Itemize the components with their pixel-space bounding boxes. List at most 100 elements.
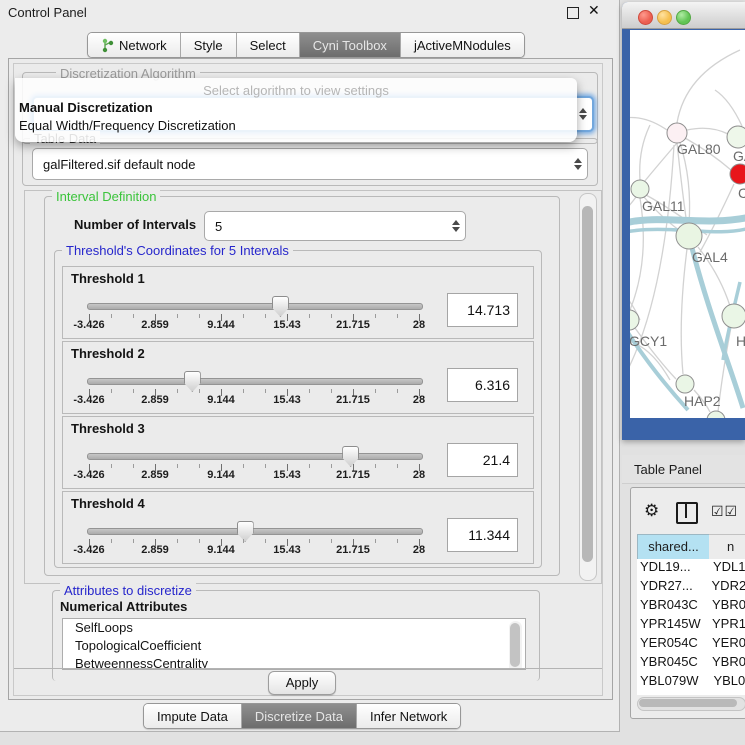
network-edge[interactable] — [677, 50, 740, 123]
slider-track[interactable] — [87, 528, 423, 535]
cell-name[interactable]: YPR1 — [709, 616, 745, 635]
slider-tick — [397, 464, 398, 468]
table-hscrollbar[interactable] — [637, 697, 745, 711]
cell-shared-name[interactable]: YER054C — [637, 635, 709, 654]
threshold-value-field[interactable]: 6.316 — [447, 368, 518, 402]
algorithm-option-equal-width[interactable]: Equal Width/Frequency Discretization — [19, 118, 569, 133]
zoom-traffic-light[interactable] — [676, 10, 691, 25]
tab-cyni-toolbox[interactable]: Cyni Toolbox — [300, 33, 401, 57]
select-columns-icons[interactable]: ☑☑ — [711, 503, 738, 520]
settings-scrollbar[interactable] — [579, 193, 597, 581]
network-window-titlebar[interactable] — [622, 2, 745, 29]
table-row[interactable]: YBR043CYBR0 — [637, 597, 745, 616]
scrollbar-thumb[interactable] — [639, 699, 737, 707]
table-row[interactable]: YPR145WYPR1 — [637, 616, 745, 635]
slider-tick-label: -3.426 — [59, 394, 119, 406]
mode-tabbar: Impute Data Discretize Data Infer Networ… — [143, 703, 461, 729]
algorithm-option-manual[interactable]: Manual Discretization — [19, 100, 569, 115]
table-row[interactable]: YDL19...YDL1 — [637, 559, 745, 578]
slider-handle[interactable] — [342, 446, 359, 467]
attribute-list-item[interactable]: SelfLoops — [63, 619, 525, 637]
slider-tick — [133, 314, 134, 318]
table-row[interactable]: YBR045CYBR0 — [637, 654, 745, 673]
tab-jactivemnodules[interactable]: jActiveMNodules — [401, 33, 524, 57]
network-node-gal11[interactable] — [631, 180, 649, 198]
network-node-ga[interactable] — [727, 126, 745, 148]
network-node-label: HAP2 — [684, 393, 721, 409]
network-node-hap2[interactable] — [676, 375, 694, 393]
scrollbar-thumb[interactable] — [510, 623, 520, 667]
cell-name[interactable]: YDR2 — [709, 578, 745, 597]
network-edge[interactable] — [630, 198, 643, 310]
slider-tick — [111, 464, 112, 468]
threshold-value-field[interactable]: 11.344 — [447, 518, 518, 552]
close-icon[interactable]: ✕ — [588, 2, 600, 19]
network-canvas[interactable]: GAL80GACGAL11GAL4GCY1HHAP2 — [630, 30, 745, 418]
slider-tick — [309, 539, 310, 543]
close-traffic-light[interactable] — [638, 10, 653, 25]
tab-network[interactable]: Network — [88, 33, 181, 57]
cell-shared-name[interactable]: YPR145W — [637, 616, 709, 635]
network-node-gal80[interactable] — [667, 123, 687, 143]
slider-tick — [133, 389, 134, 393]
slider-track[interactable] — [87, 453, 423, 460]
table-rows[interactable]: YDL19...YDL1YDR27...YDR2YBR043CYBR0YPR14… — [637, 559, 745, 695]
tab-impute-data[interactable]: Impute Data — [144, 704, 242, 728]
cell-name[interactable]: YER0 — [709, 635, 745, 654]
cell-name[interactable]: YDL1 — [710, 559, 745, 578]
column-header-shared-name[interactable]: shared... — [637, 534, 710, 560]
table-row[interactable]: YLR345WYLR3 — [637, 692, 745, 695]
table-data-combobox[interactable]: galFiltered.sif default node — [32, 148, 588, 180]
number-of-intervals-combobox[interactable]: 5 — [204, 211, 466, 241]
network-node-c[interactable] — [730, 164, 745, 184]
slider-track[interactable] — [87, 378, 423, 385]
column-layout-icon[interactable] — [676, 502, 698, 524]
slider-tick-label: -3.426 — [59, 319, 119, 331]
apply-button[interactable]: Apply — [268, 671, 336, 695]
threshold-value-field[interactable]: 14.713 — [447, 293, 518, 327]
table-row[interactable]: YER054CYER0 — [637, 635, 745, 654]
cell-shared-name[interactable]: YDR27... — [637, 578, 709, 597]
cell-name[interactable]: YBL0 — [710, 673, 745, 692]
tab-style[interactable]: Style — [181, 33, 237, 57]
table-row[interactable]: YBL079WYBL0 — [637, 673, 745, 692]
tab-select[interactable]: Select — [237, 33, 300, 57]
cell-shared-name[interactable]: YBR043C — [637, 597, 709, 616]
table-row[interactable]: YDR27...YDR2 — [637, 578, 745, 597]
network-edge[interactable] — [640, 125, 650, 180]
network-edge[interactable] — [681, 249, 687, 374]
slider-tick — [397, 314, 398, 318]
scrollbar-thumb[interactable] — [582, 206, 593, 562]
network-edge[interactable] — [715, 90, 742, 126]
column-header-name[interactable]: n — [709, 534, 745, 560]
list-scrollbar[interactable] — [509, 621, 522, 670]
cell-name[interactable]: YBR0 — [709, 654, 745, 673]
slider-handle[interactable] — [237, 521, 254, 542]
numerical-attributes-list[interactable]: SelfLoopsTopologicalCoefficientBetweenne… — [62, 618, 526, 670]
tab-infer-network[interactable]: Infer Network — [357, 704, 460, 728]
network-edge[interactable] — [687, 128, 728, 134]
thresholds-group-label: Threshold's Coordinates for 5 Intervals — [62, 243, 293, 258]
threshold-value-field[interactable]: 21.4 — [447, 443, 518, 477]
slider-tick — [331, 389, 332, 393]
network-edge[interactable] — [630, 197, 636, 212]
gear-icon[interactable]: ⚙ — [644, 501, 659, 521]
cell-shared-name[interactable]: YDL19... — [637, 559, 710, 578]
tab-discretize-data[interactable]: Discretize Data — [242, 704, 357, 728]
cell-name[interactable]: YLR3 — [710, 692, 745, 695]
cell-shared-name[interactable]: YBL079W — [637, 673, 710, 692]
network-edge-thick[interactable] — [630, 217, 745, 223]
float-window-icon[interactable] — [567, 7, 579, 19]
cell-shared-name[interactable]: YLR345W — [637, 692, 710, 695]
minimize-traffic-light[interactable] — [657, 10, 672, 25]
network-node-h[interactable] — [722, 304, 745, 328]
combo-stepper-icon — [447, 212, 465, 240]
network-node-gcy1[interactable] — [630, 310, 639, 330]
slider-track[interactable] — [87, 303, 423, 310]
attribute-list-item[interactable]: TopologicalCoefficient — [63, 637, 525, 655]
slider-tick-label: 28 — [389, 469, 449, 481]
cell-shared-name[interactable]: YBR045C — [637, 654, 709, 673]
cell-name[interactable]: YBR0 — [709, 597, 745, 616]
network-node-gal4[interactable] — [676, 223, 702, 249]
slider-tick-label: -3.426 — [59, 469, 119, 481]
